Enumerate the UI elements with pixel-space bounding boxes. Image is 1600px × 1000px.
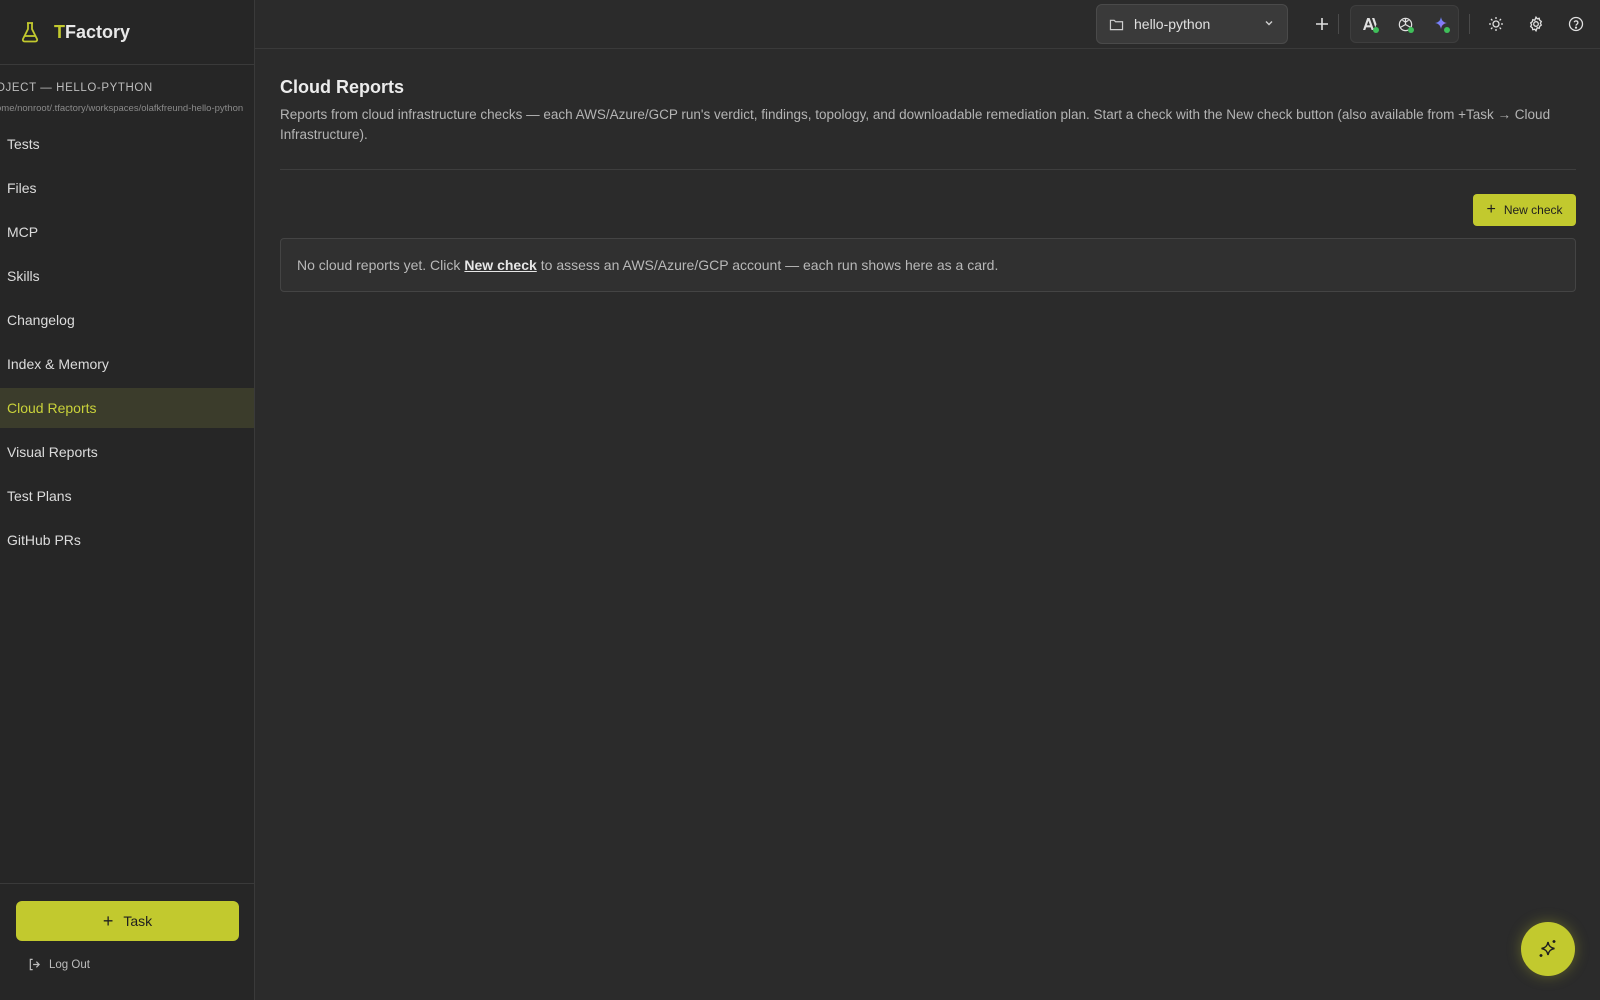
sidebar-item-test-plans[interactable]: Test Plans: [0, 476, 254, 516]
app-name: TFactory: [54, 21, 131, 42]
plus-icon: +: [1486, 201, 1496, 218]
sidebar-item-changelog[interactable]: Changelog: [0, 300, 254, 340]
sun-icon: [1489, 17, 1503, 31]
sidebar-item-tests[interactable]: Tests: [0, 124, 254, 164]
new-task-button[interactable]: + Task: [16, 901, 239, 941]
status-dot: [1373, 27, 1379, 33]
empty-state-suffix: to assess an AWS/Azure/GCP account — eac…: [540, 257, 999, 273]
sidebar-item-index-memory[interactable]: Index & Memory: [0, 344, 254, 384]
empty-state-prefix: No cloud reports yet. Click: [297, 257, 461, 273]
logout-icon: [29, 958, 40, 971]
sidebar-item-files[interactable]: Files: [0, 168, 254, 208]
gemini-button[interactable]: [1431, 14, 1451, 34]
settings-button[interactable]: [1526, 14, 1546, 34]
sidebar-item-mcp[interactable]: MCP: [0, 212, 254, 252]
page-description: Reports from cloud infrastructure checks…: [280, 107, 1551, 142]
logout-label: Log Out: [49, 958, 90, 971]
new-check-link[interactable]: New check: [464, 257, 536, 273]
sidebar-item-github-prs[interactable]: GitHub PRs: [0, 520, 254, 560]
folder-icon: [1109, 19, 1124, 30]
sidebar-footer: + Task Log Out: [0, 883, 254, 1000]
sidebar-item-cloud-reports[interactable]: Cloud Reports: [0, 388, 254, 428]
flask-icon: [21, 22, 39, 43]
project-label: OJECT — HELLO-PYTHON: [0, 82, 153, 94]
assistant-fab[interactable]: [1521, 922, 1575, 976]
theme-toggle-button[interactable]: [1486, 14, 1506, 34]
chevron-down-icon: [1265, 21, 1273, 26]
status-dot: [1444, 27, 1450, 33]
divider: [1338, 14, 1339, 34]
help-button[interactable]: [1566, 14, 1586, 34]
new-check-button[interactable]: + New check: [1473, 194, 1576, 226]
gear-icon: [1529, 16, 1543, 32]
openai-button[interactable]: [1395, 14, 1415, 34]
plus-icon: [1316, 18, 1328, 30]
add-project-button[interactable]: [1312, 14, 1332, 34]
logout-link[interactable]: Log Out: [28, 958, 90, 971]
anthropic-button[interactable]: [1360, 14, 1380, 34]
ai-provider-group: [1350, 5, 1459, 43]
status-dot: [1408, 27, 1414, 33]
brand: TFactory: [0, 0, 254, 65]
plus-icon: +: [102, 911, 114, 931]
sidebar-nav: Tests Files MCP Skills Changelog Index &…: [0, 124, 254, 564]
help-icon: [1568, 16, 1584, 32]
sidebar-item-skills[interactable]: Skills: [0, 256, 254, 296]
sparkles-icon: [1539, 940, 1556, 957]
project-selector-value: hello-python: [1134, 16, 1211, 32]
page-title: Cloud Reports: [280, 77, 404, 97]
sidebar-item-visual-reports[interactable]: Visual Reports: [0, 432, 254, 472]
project-path: ome/nonroot/.tfactory/workspaces/olafkfr…: [0, 103, 244, 114]
task-button-label: Task: [123, 913, 153, 929]
empty-state-card: No cloud reports yet. Click New check to…: [280, 238, 1576, 292]
top-bar: hello-python: [255, 0, 1600, 49]
divider: [1469, 14, 1470, 34]
new-check-label: New check: [1503, 203, 1563, 217]
project-selector[interactable]: hello-python: [1096, 4, 1288, 44]
divider: [280, 169, 1576, 170]
sidebar: TFactory OJECT — HELLO-PYTHON ome/nonroo…: [0, 0, 255, 1000]
